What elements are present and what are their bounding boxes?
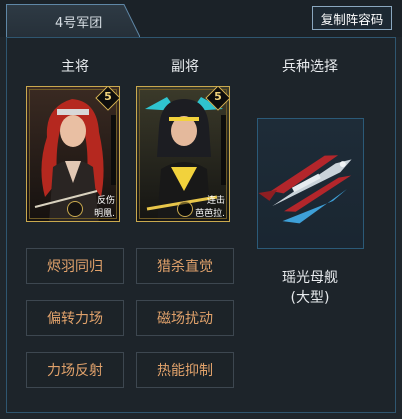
skill-slot-1[interactable]: 烬羽同归 [26, 248, 124, 284]
legion-tab-label: 4号军团 [55, 15, 103, 31]
main-general-name: 明凰. [94, 209, 115, 219]
skill-label: 偏转力场 [47, 311, 103, 327]
vice-general-tag: 连击 [206, 196, 225, 206]
vice-general-title: 副将 [171, 59, 199, 75]
tab-legion-4[interactable]: 4号军团 [6, 4, 140, 37]
troop-name-line2: (大型) [290, 290, 330, 306]
skill-slot-5[interactable]: 力场反射 [26, 352, 124, 388]
vice-general-card[interactable]: 5 连击 芭芭拉. [136, 86, 230, 222]
vice-general-name: 芭芭拉. [195, 209, 225, 219]
skill-label: 猎杀直觉 [157, 259, 213, 275]
skill-label: 力场反射 [47, 363, 103, 379]
skill-label: 热能抑制 [157, 363, 213, 379]
skill-label: 磁场扰动 [157, 311, 213, 327]
main-general-title: 主将 [61, 59, 89, 75]
skill-slot-4[interactable]: 磁场扰动 [136, 300, 234, 336]
skill-label: 烬羽同归 [47, 259, 103, 275]
skill-slot-6[interactable]: 热能抑制 [136, 352, 234, 388]
troop-select-title: 兵种选择 [282, 59, 338, 75]
troop-select-slot[interactable] [257, 118, 364, 249]
main-star-level: 5 [104, 90, 112, 103]
faction-emblem-icon [177, 201, 193, 217]
mothership-icon [258, 155, 352, 224]
copy-button-label: 复制阵容码 [320, 11, 384, 27]
main-general-card[interactable]: 5 反伤 明凰. [26, 86, 120, 222]
vice-star-level: 5 [214, 90, 222, 103]
skill-slot-3[interactable]: 偏转力场 [26, 300, 124, 336]
main-general-tag: 反伤 [96, 196, 115, 206]
troop-name: 瑶光母舰 (大型) [250, 268, 370, 308]
copy-lineup-code-button[interactable]: 复制阵容码 [312, 6, 392, 30]
skill-slot-2[interactable]: 猎杀直觉 [136, 248, 234, 284]
faction-emblem-icon [67, 201, 83, 217]
troop-name-line1: 瑶光母舰 [282, 270, 338, 286]
